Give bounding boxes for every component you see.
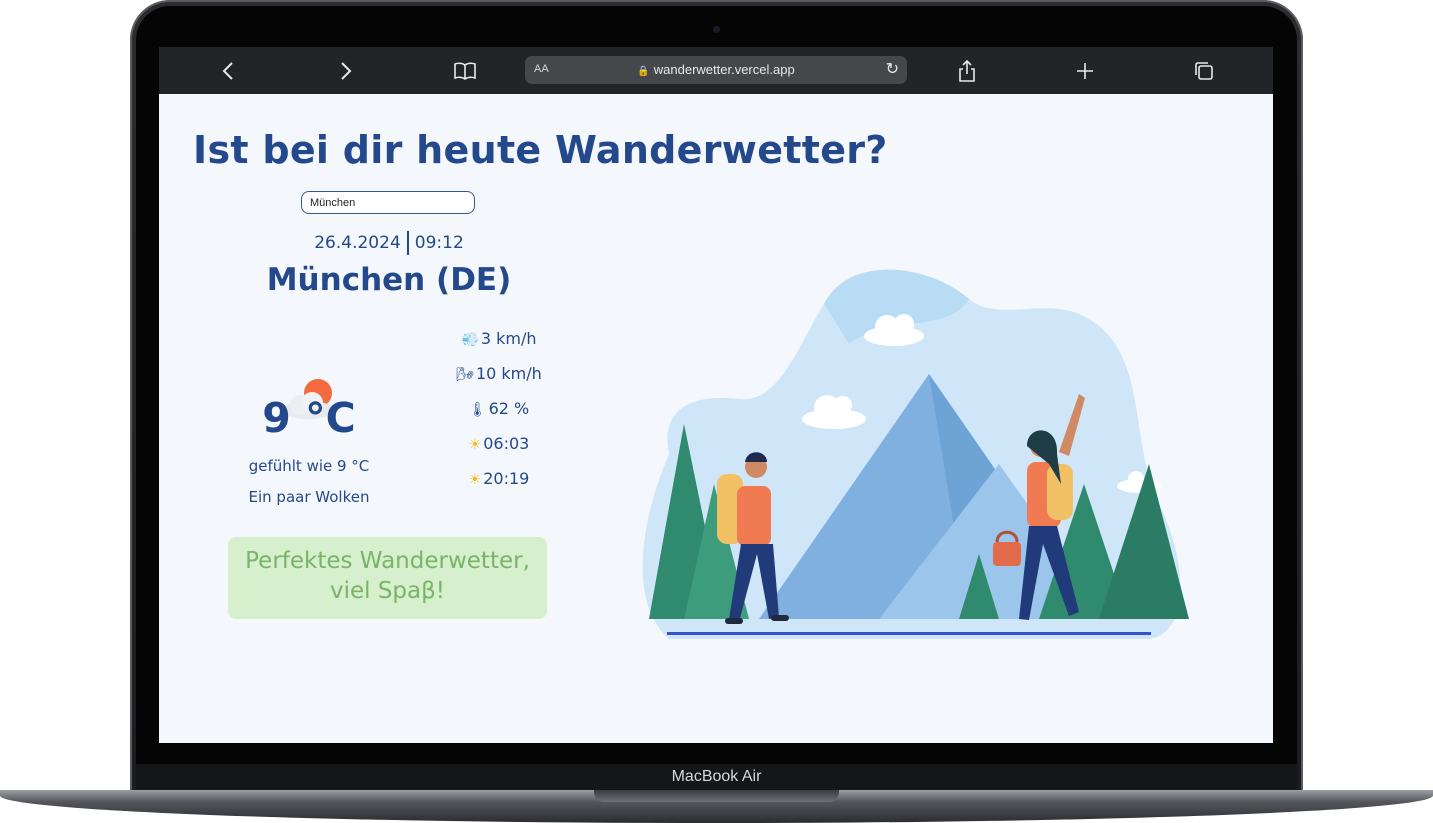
sunrise-icon: ☀ — [468, 437, 482, 453]
city-search-input[interactable] — [301, 191, 475, 214]
sunset: ☀ 20:19 — [439, 469, 559, 488]
time-text: 09:12 — [414, 233, 464, 253]
wind-gust: 🌬 10 km/h — [439, 364, 559, 383]
bookmarks-button[interactable] — [451, 57, 479, 85]
city-name: München (DE) — [266, 262, 512, 298]
share-button[interactable] — [953, 57, 981, 85]
share-icon — [959, 60, 975, 82]
device-label: MacBook Air — [671, 768, 762, 785]
temperature: 9 °C — [262, 394, 356, 442]
tabs-icon — [1195, 62, 1213, 80]
laptop-notch — [594, 790, 839, 802]
plus-icon — [1077, 63, 1093, 79]
chevron-right-icon — [341, 62, 352, 80]
weather-description: Ein paar Wolken — [248, 488, 370, 506]
tabs-button[interactable] — [1190, 57, 1218, 85]
back-button[interactable] — [214, 57, 242, 85]
new-tab-button[interactable] — [1071, 57, 1099, 85]
humidity-thermometer-icon: 🌡 — [468, 402, 487, 418]
verdict-line-2: viel Spaβ! — [329, 578, 446, 604]
screen: AA 🔒 wanderwetter.vercel.app ↻ Ist bei di… — [159, 47, 1273, 743]
url-text: wanderwetter.vercel.app — [653, 62, 795, 77]
feels-like: gefühlt wie 9 °C — [248, 457, 370, 475]
reload-icon[interactable]: ↻ — [886, 59, 899, 78]
sunset-value: 20:19 — [483, 469, 530, 488]
gust-icon: 🌬 — [456, 367, 474, 383]
camera-icon — [713, 26, 720, 33]
humidity-value: 62 % — [488, 399, 530, 418]
sunrise-value: 06:03 — [483, 434, 530, 453]
web-page: Ist bei dir heute Wanderwetter? 26.4.202… — [159, 94, 1273, 743]
wind-icon: 💨 — [461, 332, 479, 348]
page-title: Ist bei dir heute Wanderwetter? — [193, 128, 888, 172]
hikers-illustration — [642, 269, 1189, 639]
hiking-verdict: Perfektes Wanderwetter, viel Spaβ! — [228, 537, 547, 619]
chevron-left-icon — [222, 62, 233, 80]
address-bar[interactable]: AA 🔒 wanderwetter.vercel.app ↻ — [525, 56, 907, 84]
browser-toolbar: AA 🔒 wanderwetter.vercel.app ↻ — [159, 47, 1273, 94]
wind-speed-value: 3 km/h — [480, 329, 537, 348]
book-icon — [454, 62, 476, 80]
forward-button[interactable] — [332, 57, 360, 85]
wind-gust-value: 10 km/h — [475, 364, 542, 383]
sunset-icon: ☀ — [468, 472, 482, 488]
sunrise: ☀ 06:03 — [439, 434, 559, 453]
lock-icon: 🔒 — [637, 66, 650, 77]
wind-speed: 💨 3 km/h — [439, 329, 559, 348]
date-time-divider — [406, 231, 409, 255]
date-time: 26.4.2024 09:12 — [159, 231, 619, 255]
verdict-line-1: Perfektes Wanderwetter, — [245, 548, 530, 574]
date-text: 26.4.2024 — [314, 233, 401, 253]
url-display: 🔒 wanderwetter.vercel.app — [525, 62, 907, 77]
humidity: 🌡 62 % — [439, 399, 559, 418]
laptop-chin: MacBook Air — [136, 764, 1297, 792]
